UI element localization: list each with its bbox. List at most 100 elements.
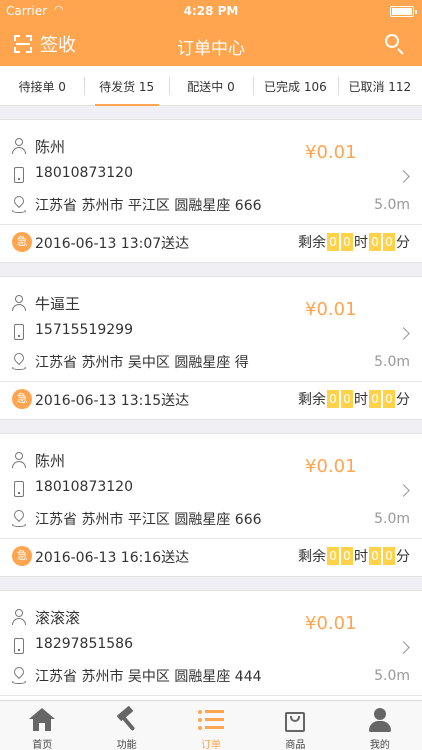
order-price: ¥0.01 [305,299,357,320]
card-divider [0,224,422,225]
home-icon [29,708,56,732]
phone-icon [12,481,26,497]
person-icon [12,295,26,311]
delivery-time: 2016-06-13 13:15送达 [35,393,190,409]
urgent-badge: 急 [12,389,32,409]
order-distance: 5.0m [374,354,410,370]
tabbar-label: 商品 [285,740,306,750]
customer-phone: 15715519299 [35,322,133,338]
chevron-right-icon[interactable] [397,484,410,497]
hour-label: 时 [354,235,368,251]
countdown-minute-digit: 0 [383,233,395,251]
tab-completed[interactable]: 已完成 106 [253,66,337,106]
countdown-minute-digit: 0 [369,233,381,251]
tabbar-label: 订单 [201,740,222,750]
location-pin-icon [11,507,27,527]
countdown: 剩余 00 时 00 分 [298,232,410,252]
bag-icon [282,708,308,732]
list-icon [198,708,225,732]
battery-icon [390,6,417,17]
order-distance: 5.0m [374,197,410,213]
customer-phone: 18010873120 [35,165,133,181]
order-card[interactable]: 牛逼王 15715519299 江苏省 苏州市 吴中区 圆融星座 得 ¥0.01… [0,276,422,420]
delivery-address: 江苏省 苏州市 吴中区 圆融星座 得 [35,355,249,371]
scan-sign-label: 签收 [40,35,76,56]
countdown-minute-digit: 0 [369,547,381,565]
bottom-tab-bar: 首页 功能 订单 商品 我的 [0,700,422,750]
location-pin-icon [11,350,27,370]
countdown: 剩余 00 时 00 分 [298,546,410,566]
order-card[interactable]: 陈州 18010873120 江苏省 苏州市 平江区 圆融星座 666 ¥0.0… [0,433,422,577]
navigation-bar: 签收 订单中心 [0,22,422,66]
delivery-time: 2016-06-13 16:16送达 [35,550,190,566]
chevron-right-icon[interactable] [397,327,410,340]
phone-icon [12,638,26,654]
countdown-hour-digit: 0 [327,390,339,408]
card-divider [0,695,422,696]
customer-name: 陈州 [35,452,66,470]
remain-label: 剩余 [298,549,326,565]
order-distance: 5.0m [374,511,410,527]
person-icon [12,452,26,468]
tab-delivering[interactable]: 配送中 0 [168,66,253,106]
minute-label: 分 [396,392,410,408]
countdown-hour-digit: 0 [341,233,353,251]
countdown-minute-digit: 0 [369,390,381,408]
minute-label: 分 [396,235,410,251]
delivery-address: 江苏省 苏州市 吴中区 圆融星座 444 [35,669,262,685]
delivery-address: 江苏省 苏州市 平江区 圆融星座 666 [35,512,262,528]
urgent-badge: 急 [12,232,32,252]
tab-pending-accept[interactable]: 待接单 0 [0,66,84,106]
hammer-icon [114,705,140,732]
chevron-right-icon[interactable] [397,170,410,183]
search-icon[interactable] [384,33,406,55]
order-card[interactable]: 陈州 18010873120 江苏省 苏州市 平江区 圆融星座 666 ¥0.0… [0,119,422,263]
countdown-hour-digit: 0 [341,547,353,565]
customer-name: 陈州 [35,138,66,156]
person-icon [12,609,26,625]
location-pin-icon [11,664,27,684]
tabbar-item-mine[interactable]: 我的 [338,701,422,750]
tab-pending-ship[interactable]: 待发货 15 [84,66,168,106]
customer-phone: 18010873120 [35,479,133,495]
tabbar-item-products[interactable]: 商品 [253,701,337,750]
order-price: ¥0.01 [305,613,357,634]
tabbar-item-functions[interactable]: 功能 [84,701,168,750]
countdown-hour-digit: 0 [327,233,339,251]
tab-cancelled[interactable]: 已取消 112 [337,66,422,106]
countdown: 剩余 00 时 00 分 [298,389,410,409]
tabbar-item-orders[interactable]: 订单 [169,701,253,750]
card-divider [0,538,422,539]
delivery-address: 江苏省 苏州市 平江区 圆融星座 666 [35,198,262,214]
user-icon [367,708,393,732]
minute-label: 分 [396,549,410,565]
card-divider [0,381,422,382]
status-bar: Carrier ◠ 4:28 PM [0,0,422,22]
phone-icon [12,167,26,183]
delivery-time: 2016-06-13 13:07送达 [35,236,190,252]
chevron-right-icon[interactable] [397,641,410,654]
countdown-minute-digit: 0 [383,547,395,565]
order-price: ¥0.01 [305,142,357,163]
scan-sign-button[interactable]: 签收 [14,31,76,57]
order-price: ¥0.01 [305,456,357,477]
countdown-minute-digit: 0 [383,390,395,408]
urgent-badge: 急 [12,546,32,566]
hour-label: 时 [354,549,368,565]
hour-label: 时 [354,392,368,408]
countdown-hour-digit: 0 [341,390,353,408]
customer-phone: 18297851586 [35,636,133,652]
tabbar-label: 首页 [32,740,53,750]
customer-name: 滚滚滚 [35,609,81,627]
remain-label: 剩余 [298,392,326,408]
phone-icon [12,324,26,340]
location-pin-icon [11,193,27,213]
countdown-hour-digit: 0 [327,547,339,565]
remain-label: 剩余 [298,235,326,251]
customer-name: 牛逼王 [35,295,81,313]
tabbar-item-home[interactable]: 首页 [0,701,84,750]
status-time: 4:28 PM [183,4,239,18]
tabbar-label: 功能 [116,740,137,750]
person-icon [12,138,26,154]
order-distance: 5.0m [374,668,410,684]
